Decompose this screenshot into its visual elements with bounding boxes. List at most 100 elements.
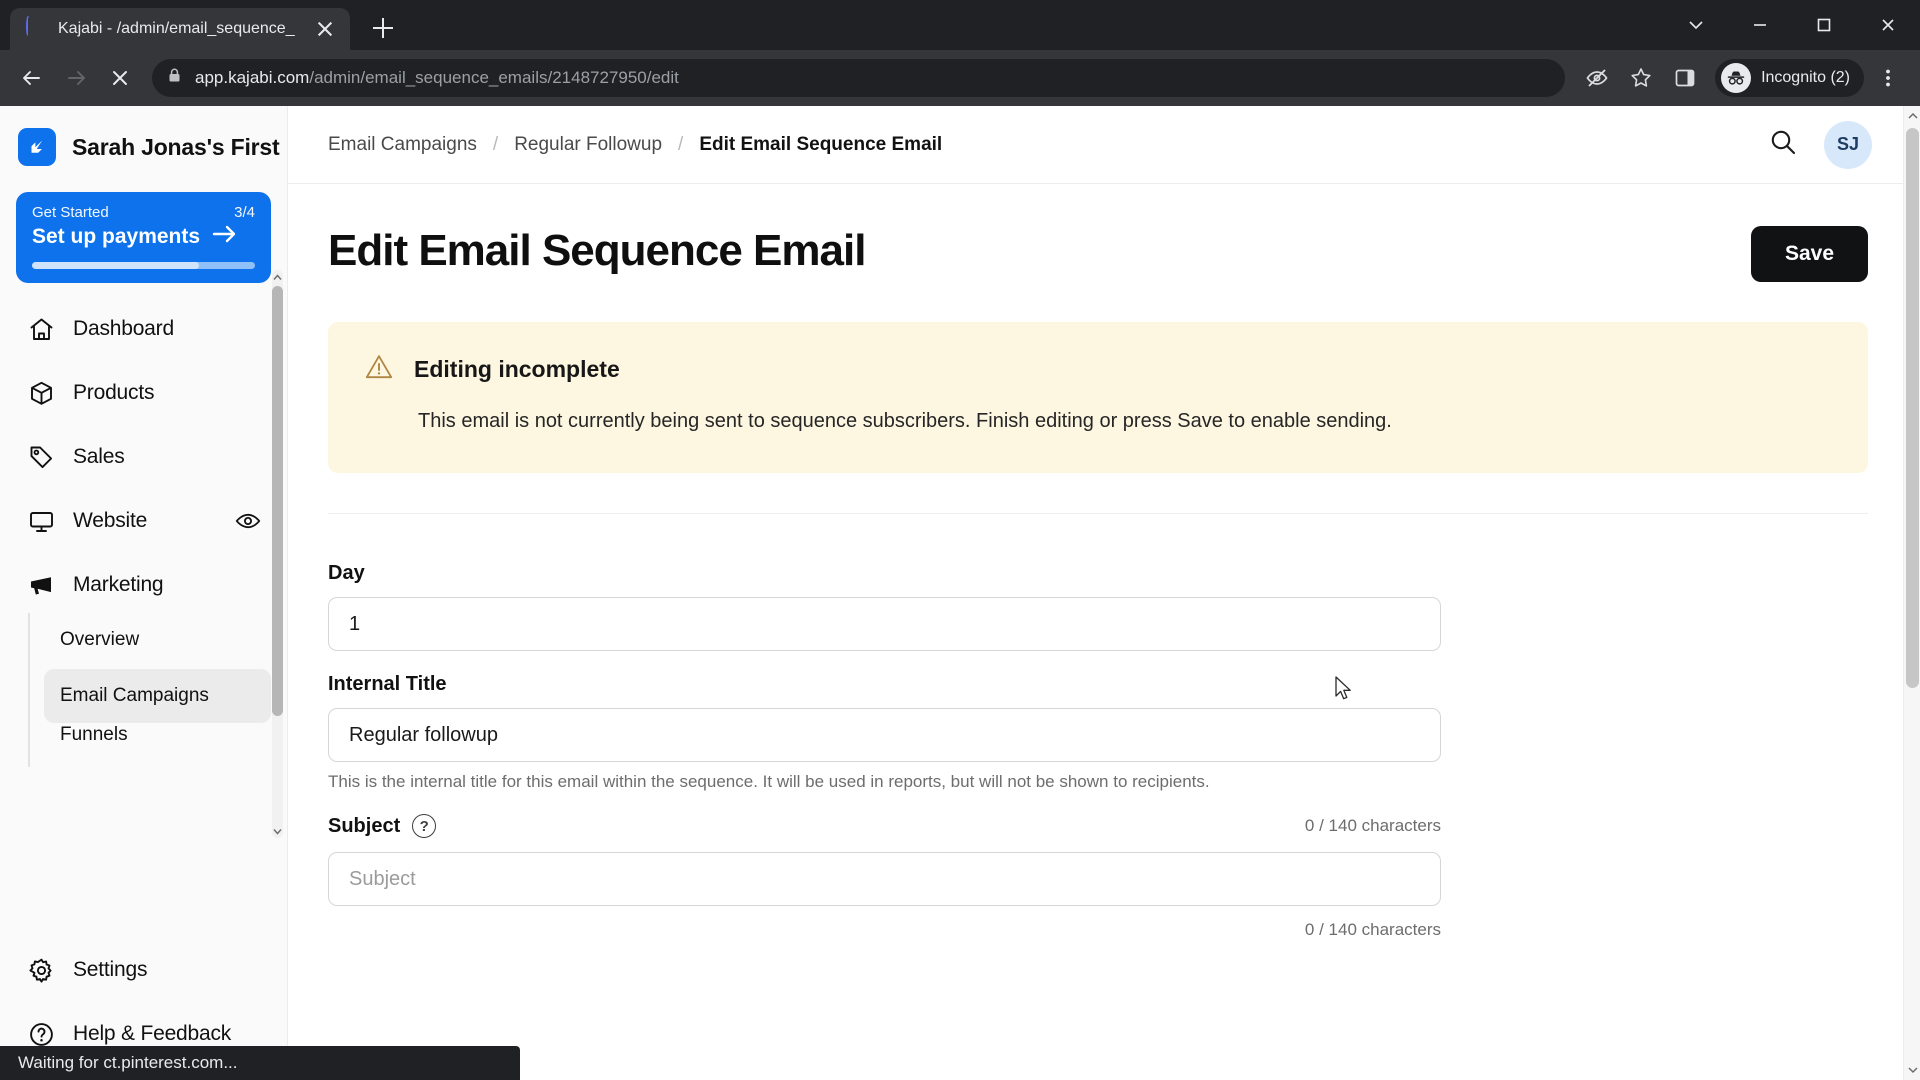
editing-incomplete-alert: Editing incomplete This email is not cur…: [328, 322, 1868, 473]
arrow-right-icon: [212, 224, 238, 250]
breadcrumb: Email Campaigns / Regular Followup / Edi…: [328, 134, 942, 156]
avatar[interactable]: SJ: [1824, 120, 1872, 169]
page-scrollbar-thumb[interactable]: [1906, 128, 1919, 688]
search-icon[interactable]: [1768, 127, 1798, 162]
sidebar-item-marketing[interactable]: Marketing: [16, 553, 271, 617]
alert-body: This email is not currently being sent t…: [418, 410, 1392, 432]
url-domain: app.kajabi.com: [195, 68, 310, 87]
address-bar[interactable]: app.kajabi.com/admin/email_sequence_emai…: [152, 59, 1566, 97]
forward-arrow-icon[interactable]: [56, 58, 96, 98]
window-controls: [1664, 0, 1920, 50]
sidebar-subitem-label: Overview: [60, 629, 140, 650]
side-panel-icon[interactable]: [1665, 58, 1705, 98]
sidebar-item-sales[interactable]: Sales: [16, 425, 271, 489]
loading-spinner-icon: [26, 16, 48, 40]
brand-header[interactable]: Sarah Jonas's First: [0, 106, 287, 184]
chevron-down-icon[interactable]: [1664, 0, 1728, 50]
save-button[interactable]: Save: [1750, 226, 1868, 282]
close-icon[interactable]: [1856, 0, 1920, 50]
subject-char-count-secondary: 0 / 140 characters: [1304, 920, 1441, 939]
sidebar-subitem-overview[interactable]: Overview: [44, 613, 271, 667]
sidebar-subitem-funnels[interactable]: Funnels: [44, 725, 271, 745]
breadcrumb-separator: /: [492, 133, 499, 155]
sidebar-scrollbar-thumb[interactable]: [272, 286, 283, 716]
field-help-text: This is the internal title for this emai…: [328, 772, 1210, 791]
sidebar-item-products[interactable]: Products: [16, 361, 271, 425]
browser-tab-title: Kajabi - /admin/email_sequence_: [58, 20, 295, 37]
page-scrollbar[interactable]: [1903, 106, 1920, 1080]
browser-toolbar: app.kajabi.com/admin/email_sequence_emai…: [0, 50, 1920, 106]
page-title: Edit Email Sequence Email: [328, 226, 866, 275]
get-started-action-label: Set up payments: [32, 225, 201, 248]
sidebar-item-dashboard[interactable]: Dashboard: [16, 297, 271, 361]
sidebar-item-label: Products: [73, 381, 155, 404]
star-icon[interactable]: [1621, 58, 1661, 98]
sidebar-item-label: Sales: [73, 445, 125, 468]
sidebar-subitem-label: Funnels: [60, 725, 128, 745]
minimize-icon[interactable]: [1728, 0, 1792, 50]
profile-label: Incognito (2): [1761, 69, 1850, 86]
get-started-progress-text: 3/4: [234, 204, 255, 221]
get-started-progress-bar: [32, 262, 255, 269]
status-text: Waiting for ct.pinterest.com...: [18, 1053, 238, 1072]
sidebar-item-label: Help & Feedback: [73, 1022, 232, 1045]
internal-title-input[interactable]: [328, 708, 1441, 762]
subject-char-count: 0 / 140 characters: [1304, 816, 1441, 835]
sidebar-item-website[interactable]: Website: [16, 489, 271, 553]
eye-slash-icon[interactable]: [1577, 58, 1617, 98]
stop-loading-icon[interactable]: [100, 58, 140, 98]
question-mark-icon[interactable]: ?: [412, 814, 437, 838]
monitor-icon: [26, 508, 56, 535]
sidebar-subitem-email-campaigns[interactable]: Email Campaigns: [44, 669, 271, 723]
get-started-label: Get Started: [32, 204, 109, 221]
eye-icon[interactable]: [235, 508, 261, 534]
field-label: Internal Title: [328, 673, 447, 695]
field-day: Day: [328, 562, 1868, 651]
home-icon: [26, 316, 56, 343]
subject-input[interactable]: [328, 852, 1441, 906]
brand-name: Sarah Jonas's First: [72, 133, 280, 160]
marketing-subnav: Overview Email Campaigns Funnels: [16, 613, 271, 767]
tag-icon: [26, 444, 56, 471]
browser-tabstrip: Kajabi - /admin/email_sequence_: [0, 0, 1920, 50]
three-dot-menu-icon[interactable]: [1868, 58, 1908, 98]
browser-status-bubble: Waiting for ct.pinterest.com...: [0, 1046, 520, 1080]
back-arrow-icon[interactable]: [12, 58, 52, 98]
page-header: Edit Email Sequence Email Save: [328, 226, 1868, 282]
page-body: Edit Email Sequence Email Save Editing i…: [288, 184, 1920, 1080]
close-icon[interactable]: [312, 16, 338, 42]
profile-button[interactable]: Incognito (2): [1715, 59, 1864, 97]
get-started-card[interactable]: Get Started 3/4 Set up payments: [16, 192, 271, 283]
gear-icon: [26, 957, 56, 984]
sidebar-item-label: Marketing: [73, 573, 164, 596]
chevron-down-icon[interactable]: [272, 824, 283, 838]
address-bar-url: app.kajabi.com/admin/email_sequence_emai…: [195, 68, 679, 88]
sidebar-item-settings[interactable]: Settings: [16, 938, 271, 1002]
day-input[interactable]: [328, 597, 1441, 651]
sidebar-scrollbar[interactable]: [272, 270, 283, 838]
chevron-up-icon[interactable]: [1904, 106, 1920, 126]
breadcrumb-separator: /: [678, 133, 684, 155]
kajabi-logo-icon: [18, 128, 56, 166]
maximize-icon[interactable]: [1792, 0, 1856, 50]
megaphone-icon: [26, 572, 56, 599]
topbar-actions: SJ: [1768, 120, 1872, 169]
sidebar-subitem-label: Email Campaigns: [60, 685, 209, 706]
chevron-up-icon[interactable]: [272, 270, 283, 284]
field-label: Subject: [328, 814, 401, 837]
plus-icon[interactable]: [364, 9, 402, 47]
browser-tab[interactable]: Kajabi - /admin/email_sequence_: [10, 8, 350, 50]
breadcrumb-item-current: Edit Email Sequence Email: [699, 133, 943, 155]
main-content: Email Campaigns / Regular Followup / Edi…: [288, 106, 1920, 1080]
breadcrumb-item-email-campaigns[interactable]: Email Campaigns: [328, 134, 477, 156]
lock-icon: [166, 67, 183, 89]
incognito-icon: [1721, 63, 1752, 93]
field-internal-title: Internal Title This is the internal titl…: [328, 673, 1868, 792]
sidebar-item-label: Website: [73, 509, 148, 532]
warning-triangle-icon: [364, 352, 394, 387]
chevron-down-icon[interactable]: [1904, 1060, 1920, 1080]
sidebar-item-label: Settings: [73, 958, 148, 981]
url-path: /admin/email_sequence_emails/2148727950/…: [309, 68, 679, 87]
breadcrumb-item-regular-followup[interactable]: Regular Followup: [514, 134, 662, 156]
app-topbar: Email Campaigns / Regular Followup / Edi…: [288, 106, 1920, 184]
